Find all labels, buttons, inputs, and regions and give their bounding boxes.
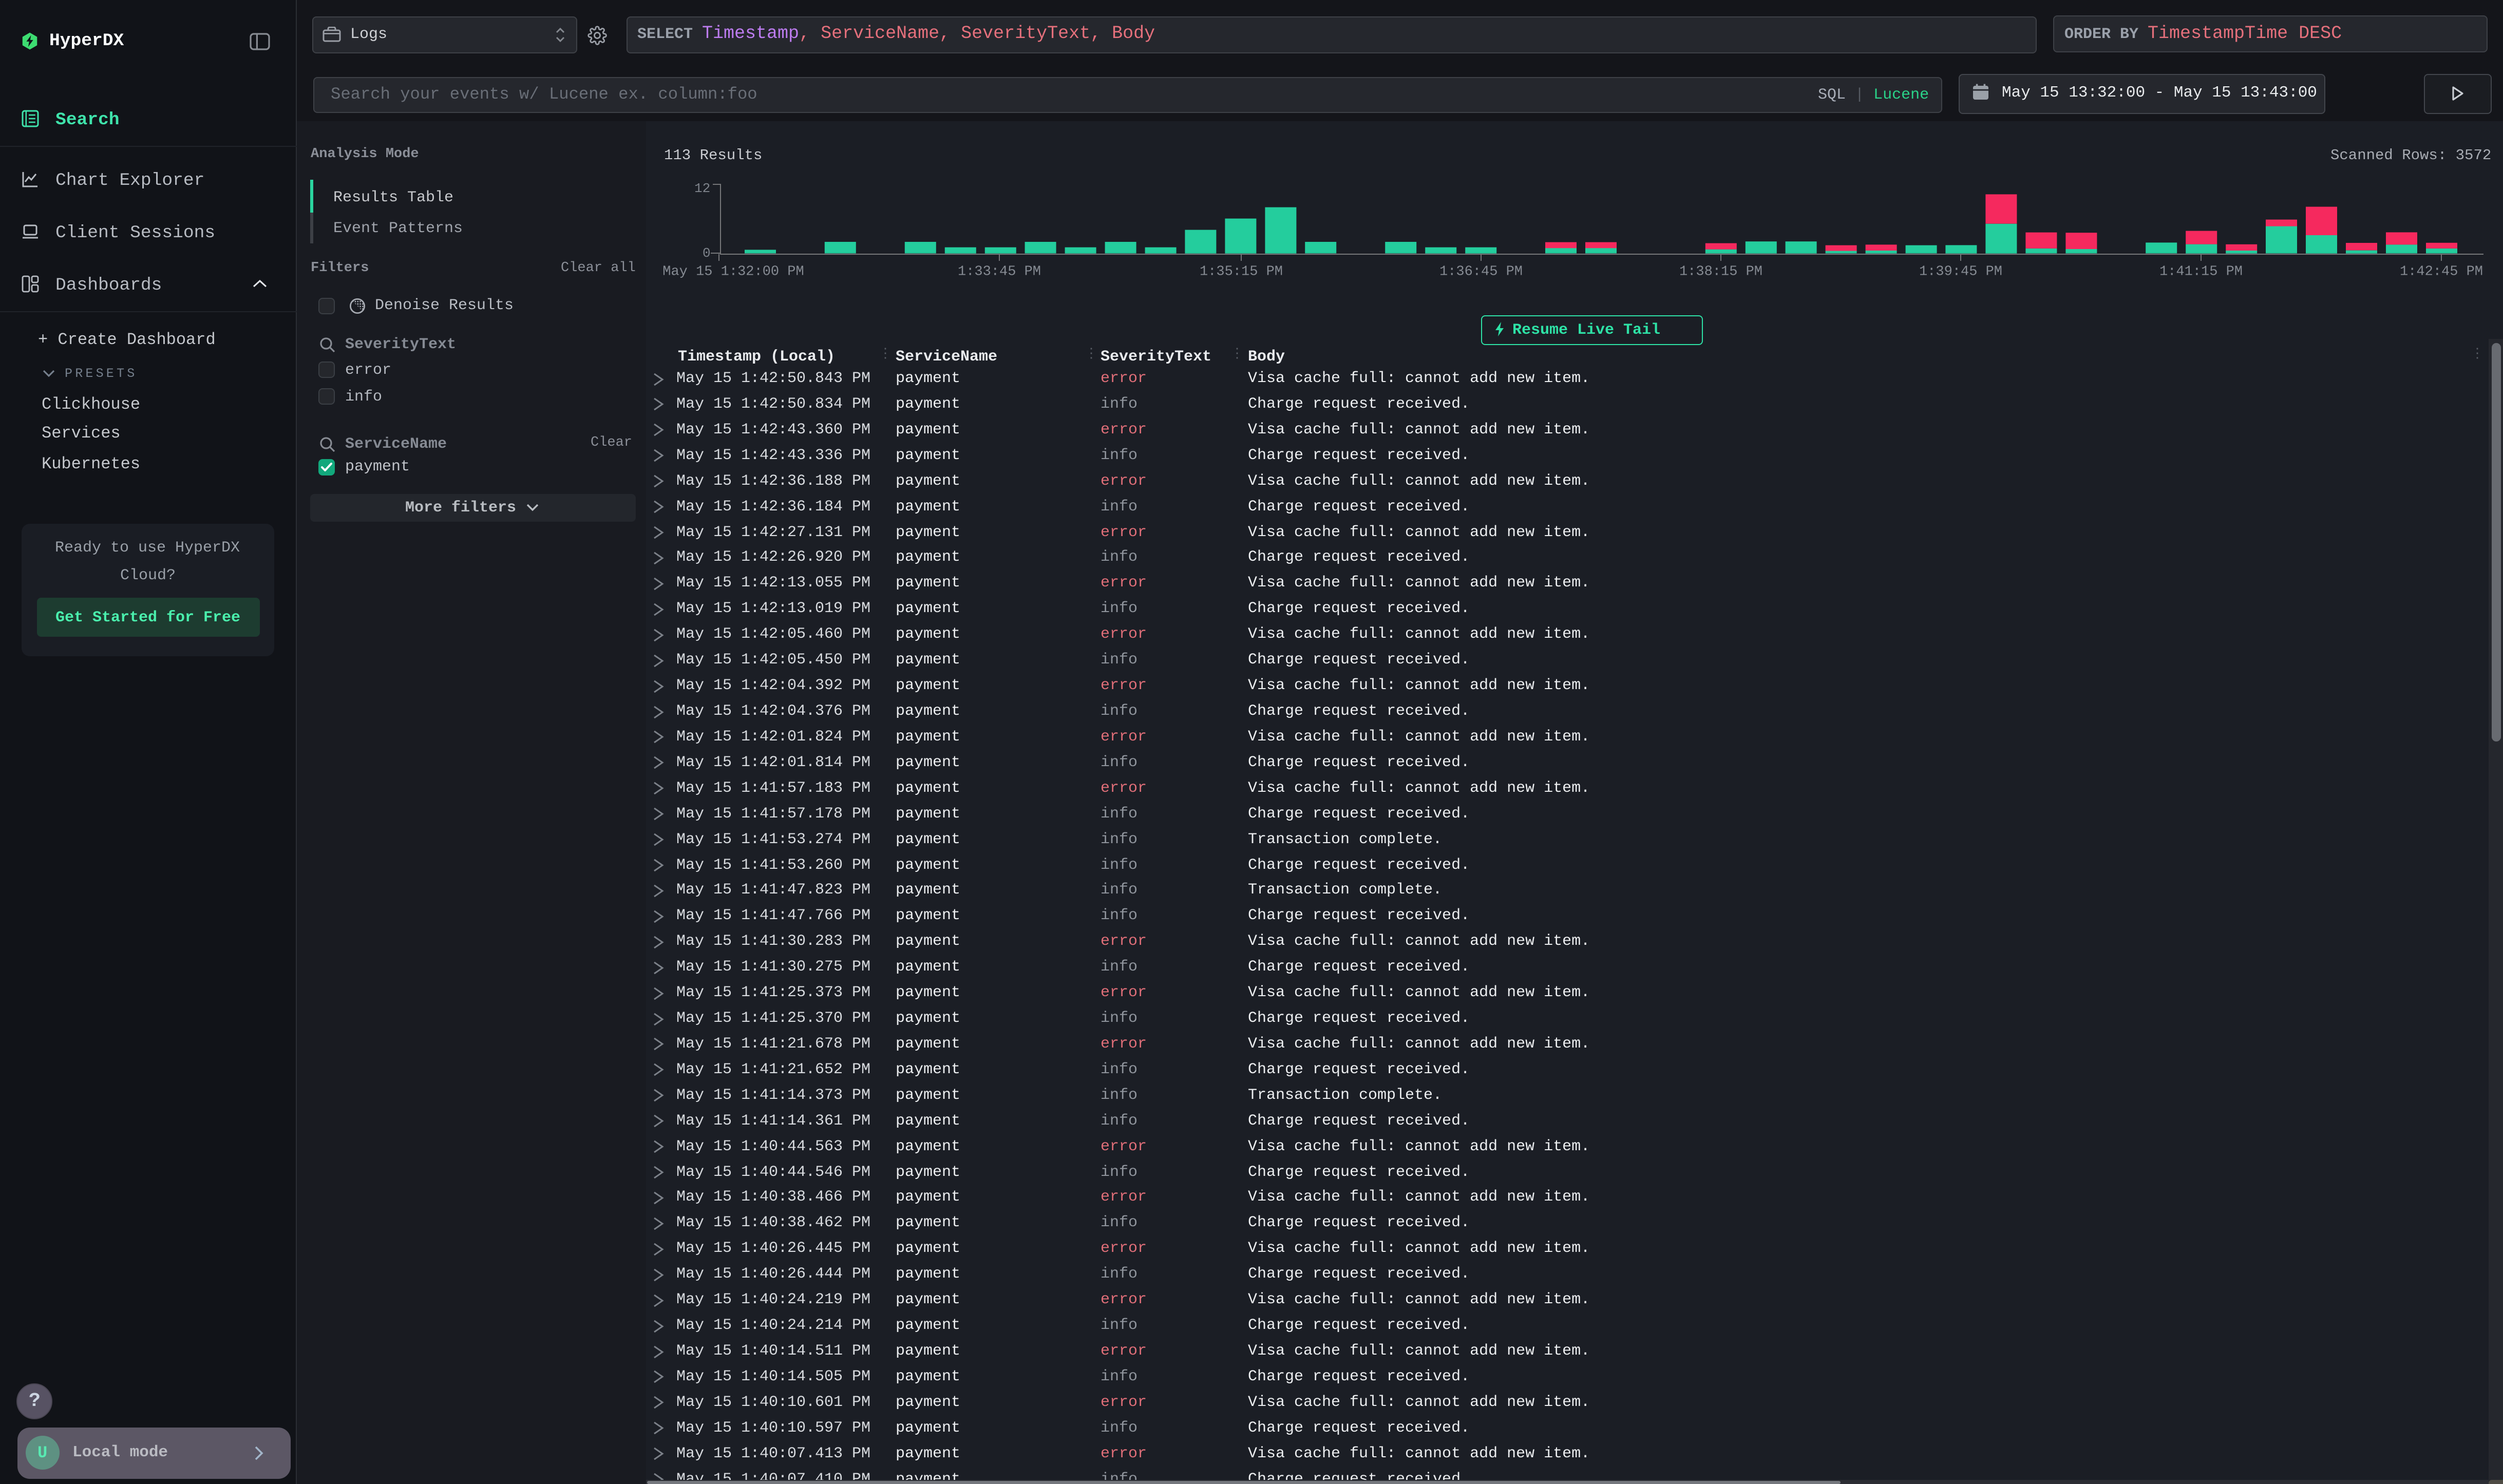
svg-text:1:33:45 PM: 1:33:45 PM	[957, 264, 1040, 280]
svg-text:1:41:15 PM: 1:41:15 PM	[2159, 264, 2242, 280]
svg-text:May 15 1:32:00 PM: May 15 1:32:00 PM	[662, 264, 803, 280]
svg-text:1:42:45 PM: 1:42:45 PM	[2399, 264, 2482, 280]
svg-text:1:35:15 PM: 1:35:15 PM	[1199, 264, 1282, 280]
svg-text:1:39:45 PM: 1:39:45 PM	[1919, 264, 2002, 280]
svg-text:1:38:15 PM: 1:38:15 PM	[1679, 264, 1762, 280]
svg-text:1:36:45 PM: 1:36:45 PM	[1439, 264, 1522, 280]
